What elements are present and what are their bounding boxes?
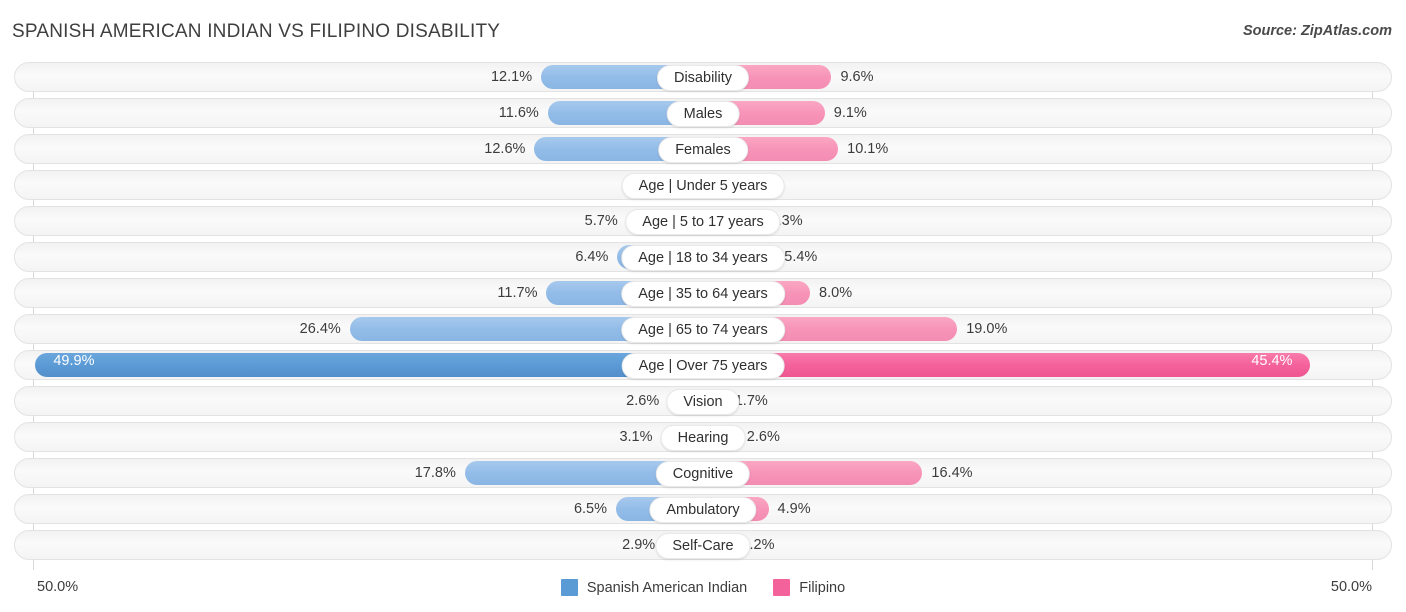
left-value-label: 11.7% — [497, 285, 538, 301]
chart-row: 5.7% 4.3% Age | 5 to 17 years — [0, 206, 1406, 236]
chart-rows: 12.1% 9.6% Disability 11.6% 9.1% Males 12.6% 10… — [0, 62, 1406, 566]
right-value-label: 9.1% — [833, 105, 867, 121]
chart-row: 12.1% 9.6% Disability — [0, 62, 1406, 92]
legend-label: Spanish American Indian — [586, 579, 748, 596]
chart-page: SPANISH AMERICAN INDIAN VS FILIPINO DISA… — [0, 0, 1406, 612]
row-category-label: Age | 5 to 17 years — [625, 209, 781, 235]
source-attribution: Source: ZipAtlas.com — [1242, 23, 1392, 39]
left-value-label: 11.6% — [498, 105, 539, 121]
legend-item[interactable]: Filipino — [773, 579, 845, 596]
chart-header: SPANISH AMERICAN INDIAN VS FILIPINO DISA… — [0, 0, 1406, 60]
chart-row: 6.5% 4.9% Ambulatory — [0, 494, 1406, 524]
row-category-label: Disability — [656, 65, 750, 91]
right-bar-group: 45.4% — [703, 353, 1311, 377]
right-bar: 45.4% — [703, 353, 1311, 377]
row-category-label: Males — [666, 101, 740, 127]
chart-row: 12.6% 10.1% Females — [0, 134, 1406, 164]
chart-row: 26.4% 19.0% Age | 65 to 74 years — [0, 314, 1406, 344]
row-category-label: Age | Over 75 years — [621, 353, 785, 379]
row-category-label: Age | 35 to 64 years — [621, 281, 785, 307]
left-value-label: 3.1% — [619, 429, 653, 445]
row-category-label: Females — [658, 137, 748, 163]
chart-row: 1.3%1.1%Age | Under 5 years — [0, 170, 1406, 200]
chart-row: 11.7% 8.0% Age | 35 to 64 years — [0, 278, 1406, 308]
right-value-label: 10.1% — [847, 141, 889, 157]
left-bar-group: 49.9% — [35, 353, 703, 377]
chart-row: 2.9% 2.2% Self-Care — [0, 530, 1406, 560]
left-value-label: 12.6% — [484, 141, 526, 157]
right-value-label: 2.6% — [746, 429, 780, 445]
right-value-label: 9.6% — [840, 69, 874, 85]
row-category-label: Age | 18 to 34 years — [621, 245, 785, 271]
chart-row: 3.1% 2.6% Hearing — [0, 422, 1406, 452]
row-category-label: Self-Care — [655, 533, 751, 559]
left-value-label: 6.4% — [575, 249, 609, 265]
right-value-label: 19.0% — [966, 321, 1008, 337]
row-category-label: Hearing — [660, 425, 746, 451]
legend-swatch-icon — [560, 579, 578, 596]
right-value-label: 16.4% — [931, 465, 973, 481]
right-value-label: 4.9% — [777, 501, 811, 517]
chart-footer: 50.0% 50.0% Spanish American Indian Filip… — [0, 572, 1406, 612]
legend-item[interactable]: Spanish American Indian — [560, 579, 748, 596]
row-category-label: Ambulatory — [649, 497, 757, 523]
row-category-label: Age | Under 5 years — [621, 173, 785, 199]
chart-row: 2.6% 1.7% Vision — [0, 386, 1406, 416]
chart-legend: Spanish American Indian Filipino — [0, 579, 1406, 596]
row-category-label: Vision — [666, 389, 740, 415]
row-category-label: Cognitive — [655, 461, 751, 487]
left-value-label: 17.8% — [414, 465, 456, 481]
left-value-label: 49.9% — [53, 353, 95, 369]
left-value-label: 12.1% — [490, 69, 533, 85]
left-value-label: 6.5% — [573, 501, 608, 517]
right-value-label: 45.4% — [1251, 353, 1293, 369]
right-value-label: 8.0% — [819, 285, 853, 301]
page-title: SPANISH AMERICAN INDIAN VS FILIPINO DISA… — [12, 21, 501, 42]
chart-row: 11.6% 9.1% Males — [0, 98, 1406, 128]
left-value-label: 26.4% — [299, 321, 341, 337]
legend-label: Filipino — [799, 579, 846, 596]
chart-row: 17.8% 16.4% Cognitive — [0, 458, 1406, 488]
row-category-label: Age | 65 to 74 years — [621, 317, 785, 343]
left-value-label: 5.7% — [584, 213, 618, 229]
chart-row: 49.9% 45.4% Age | Over 75 years — [0, 350, 1406, 380]
legend-swatch-icon — [773, 579, 791, 596]
left-bar: 49.9% — [35, 353, 703, 377]
left-value-label: 2.6% — [626, 393, 660, 409]
diverging-bar-chart: 12.1% 9.6% Disability 11.6% 9.1% Males 12.6% 10… — [0, 62, 1406, 570]
chart-row: 6.4% 5.4% Age | 18 to 34 years — [0, 242, 1406, 272]
